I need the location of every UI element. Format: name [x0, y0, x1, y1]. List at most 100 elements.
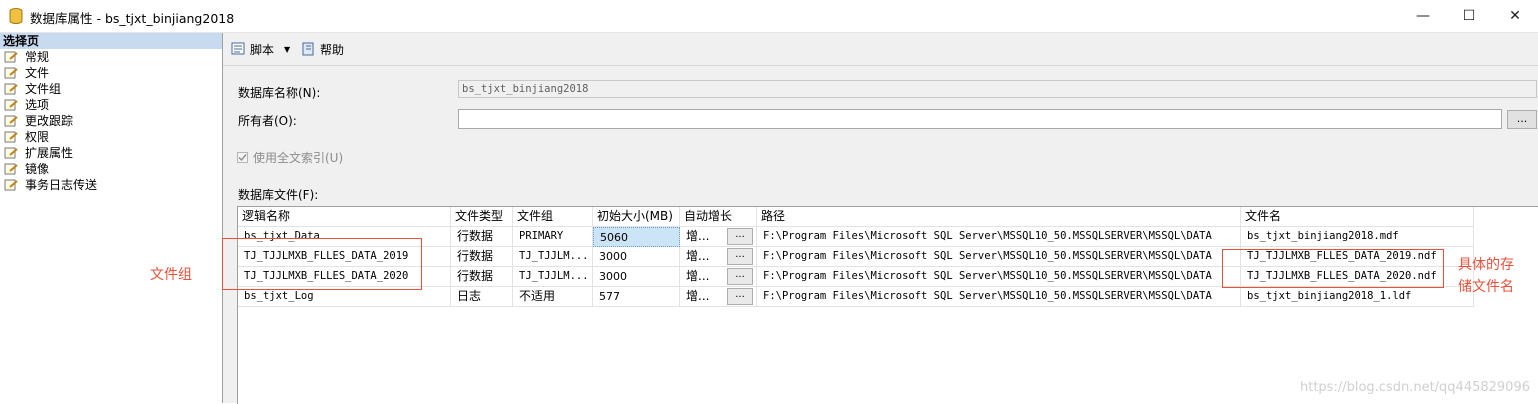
checkbox-icon: [237, 152, 248, 163]
owner-label: 所有者(O):: [238, 114, 297, 128]
page-icon: [4, 131, 18, 143]
autogrowth-text: 增...: [686, 229, 710, 243]
help-label: 帮助: [320, 42, 345, 57]
maximize-button[interactable]: ☐: [1446, 0, 1492, 32]
grid-header: 逻辑名称 文件类型 文件组 初始大小(MB) 自动增长 路径 文件名: [238, 207, 1474, 227]
db-files-label: 数据库文件(F):: [238, 188, 319, 202]
cell-filename[interactable]: bs_tjxt_binjiang2018_1.ldf: [1241, 287, 1474, 307]
nav-item-label: 文件组: [25, 82, 62, 96]
toolbar: 脚本 ▼ 帮助: [223, 33, 1538, 66]
window-title: 数据库属性 - bs_tjxt_binjiang2018: [30, 11, 235, 26]
nav-item-label: 镜像: [25, 162, 50, 176]
nav-item[interactable]: 文件组: [0, 81, 222, 97]
nav-item-label: 更改跟踪: [25, 114, 74, 128]
nav-item[interactable]: 事务日志传送: [0, 177, 222, 193]
nav-item[interactable]: 更改跟踪: [0, 113, 222, 129]
script-button[interactable]: 脚本 ▼: [231, 40, 290, 58]
properties-pane: 脚本 ▼ 帮助 数据库名称(N): bs_tjxt_binjiang2018 所…: [223, 33, 1538, 404]
select-page-pane: 选择页 常规 文件 文件组 选项 更改跟踪 权限 扩展属性 镜像 事务日志传送: [0, 33, 223, 403]
cell-autogrowth[interactable]: 增......: [680, 267, 757, 287]
db-name-field: bs_tjxt_binjiang2018: [458, 80, 1537, 98]
cell-path[interactable]: F:\Program Files\Microsoft SQL Server\MS…: [757, 267, 1241, 287]
cell-filename[interactable]: bs_tjxt_binjiang2018.mdf: [1241, 227, 1474, 247]
select-page-header: 选择页: [0, 33, 222, 49]
fulltext-checkbox[interactable]: 使用全文索引(U): [237, 149, 343, 166]
page-icon: [4, 67, 18, 79]
owner-field[interactable]: [458, 109, 1502, 129]
filename-highlight-box: [1222, 249, 1444, 288]
col-logical-name[interactable]: 逻辑名称: [238, 207, 451, 227]
cell-filegroup[interactable]: 不适用: [513, 287, 593, 307]
autogrowth-text: 增...: [686, 269, 710, 283]
cell-file-type[interactable]: 行数据: [451, 227, 513, 247]
page-list: 常规 文件 文件组 选项 更改跟踪 权限 扩展属性 镜像 事务日志传送: [0, 49, 222, 193]
autogrowth-edit-button[interactable]: ...: [727, 268, 753, 285]
col-filename[interactable]: 文件名: [1241, 207, 1474, 227]
autogrowth-edit-button[interactable]: ...: [727, 228, 753, 245]
cell-autogrowth[interactable]: 增......: [680, 287, 757, 307]
cell-autogrowth[interactable]: 增......: [680, 227, 757, 247]
cell-filegroup[interactable]: TJ_TJJLM...: [513, 267, 593, 287]
autogrowth-text: 增...: [686, 289, 710, 303]
page-icon: [4, 99, 18, 111]
nav-item[interactable]: 文件: [0, 65, 222, 81]
nav-item[interactable]: 权限: [0, 129, 222, 145]
nav-item[interactable]: 扩展属性: [0, 145, 222, 161]
storage-annotation-line2: 储文件名: [1458, 279, 1514, 295]
nav-item-label: 权限: [25, 130, 50, 144]
nav-item-label: 常规: [25, 50, 50, 64]
database-icon: [9, 8, 23, 24]
col-autogrowth[interactable]: 自动增长: [680, 207, 757, 227]
cell-initial-size[interactable]: 3000: [593, 267, 680, 287]
cell-path[interactable]: F:\Program Files\Microsoft SQL Server\MS…: [757, 227, 1241, 247]
filegroup-highlight-box: [222, 238, 422, 290]
help-button[interactable]: 帮助: [301, 40, 344, 58]
cell-initial-size[interactable]: 3000: [593, 247, 680, 267]
cell-initial-size[interactable]: 577: [593, 287, 680, 307]
page-icon: [4, 179, 18, 191]
cell-file-type[interactable]: 日志: [451, 287, 513, 307]
help-icon: [302, 42, 314, 56]
fulltext-label: 使用全文索引(U): [253, 151, 344, 165]
nav-item[interactable]: 选项: [0, 97, 222, 113]
watermark: https://blog.csdn.net/qq445829096: [1299, 380, 1530, 395]
cell-initial-size[interactable]: 5060: [593, 227, 680, 247]
cell-filegroup[interactable]: TJ_TJJLM...: [513, 247, 593, 267]
page-icon: [4, 115, 18, 127]
table-row[interactable]: bs_tjxt_Log 日志 不适用 577 增...... F:\Progra…: [238, 287, 1474, 307]
script-label: 脚本: [250, 42, 275, 57]
col-initial-size[interactable]: 初始大小(MB): [593, 207, 680, 227]
table-row[interactable]: bs_tjxt_Data 行数据 PRIMARY 5060 增...... F:…: [238, 227, 1474, 247]
cell-autogrowth[interactable]: 增......: [680, 247, 757, 267]
cell-file-type[interactable]: 行数据: [451, 247, 513, 267]
col-filegroup[interactable]: 文件组: [513, 207, 593, 227]
cell-path[interactable]: F:\Program Files\Microsoft SQL Server\MS…: [757, 247, 1241, 267]
minimize-button[interactable]: —: [1400, 0, 1446, 32]
cell-logical-name[interactable]: bs_tjxt_Log: [238, 287, 451, 307]
nav-item-label: 扩展属性: [25, 146, 74, 160]
cell-file-type[interactable]: 行数据: [451, 267, 513, 287]
page-icon: [4, 51, 18, 63]
chevron-down-icon[interactable]: ▼: [284, 45, 290, 54]
close-button[interactable]: ✕: [1492, 0, 1538, 32]
nav-item-label: 事务日志传送: [25, 178, 98, 192]
autogrowth-edit-button[interactable]: ...: [727, 288, 753, 305]
nav-item[interactable]: 常规: [0, 49, 222, 65]
owner-browse-button[interactable]: ...: [1507, 110, 1537, 129]
nav-item[interactable]: 镜像: [0, 161, 222, 177]
cell-path[interactable]: F:\Program Files\Microsoft SQL Server\MS…: [757, 287, 1241, 307]
nav-item-label: 文件: [25, 66, 50, 80]
cell-filegroup[interactable]: PRIMARY: [513, 227, 593, 247]
db-files-grid: 逻辑名称 文件类型 文件组 初始大小(MB) 自动增长 路径 文件名 bs_tj…: [237, 206, 1538, 404]
col-path[interactable]: 路径: [757, 207, 1241, 227]
autogrowth-edit-button[interactable]: ...: [727, 248, 753, 265]
db-name-label: 数据库名称(N):: [238, 86, 321, 100]
page-icon: [4, 147, 18, 159]
col-file-type[interactable]: 文件类型: [451, 207, 513, 227]
filegroup-annotation: 文件组: [150, 267, 192, 283]
storage-annotation-line1: 具体的存: [1458, 257, 1514, 273]
script-icon: [231, 42, 245, 55]
page-icon: [4, 163, 18, 175]
nav-item-label: 选项: [25, 98, 50, 112]
autogrowth-text: 增...: [686, 249, 710, 263]
